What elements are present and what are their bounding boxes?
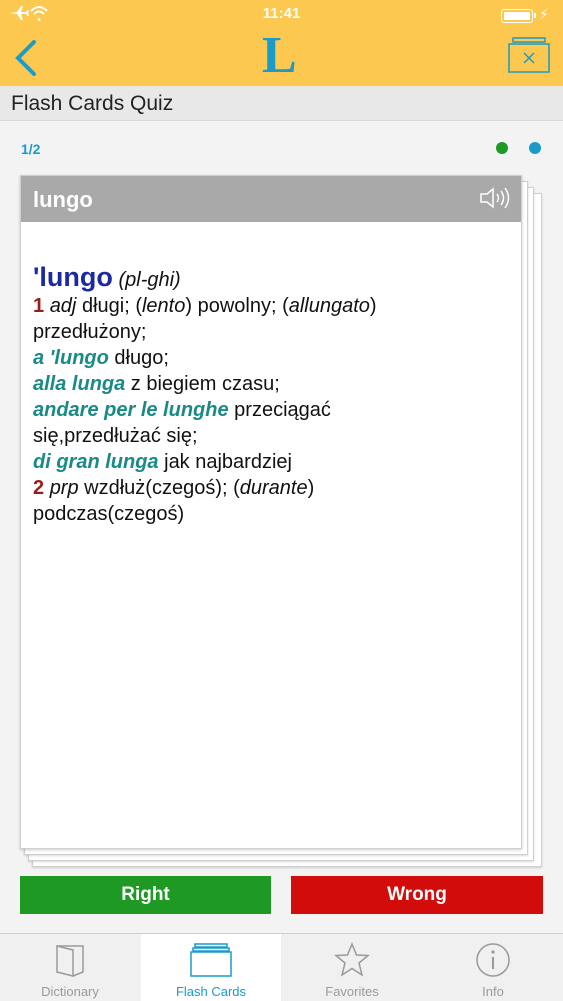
phrase-translation: jak najbardziej	[158, 451, 292, 473]
tab-dictionary[interactable]: Dictionary	[0, 934, 140, 1001]
sense-number: 1	[33, 295, 45, 317]
phrase-text: di gran lunga	[33, 451, 159, 473]
tab-label: Info	[482, 984, 504, 999]
translation-text: wzdłuż(czegoś); (	[78, 477, 240, 499]
phrase-2: alla lunga z biegiem czasu;	[33, 371, 503, 397]
card-counter: 1/2	[21, 141, 41, 157]
phrase-text: andare per le lunghe	[33, 399, 229, 421]
sense-number: 2	[33, 477, 45, 499]
sense-1: 1 adj długi; (lento) powolny; (allungato…	[33, 293, 503, 319]
entry-headline: 'lungo (pl-ghi)	[33, 264, 503, 293]
part-of-speech: adj	[49, 295, 77, 317]
translation-text: długi; (	[81, 295, 142, 317]
page-title: Flash Cards Quiz	[11, 92, 174, 115]
card-header: lungo	[21, 176, 521, 222]
phrase-translation: długo;	[108, 347, 169, 369]
translation-line: podczas(czegoś)	[33, 503, 185, 525]
entry-plural: (pl-ghi)	[118, 269, 181, 291]
app-logo: L	[262, 27, 297, 84]
battery-icon: ⚡	[501, 6, 551, 24]
phrase-translation: z biegiem czasu;	[125, 373, 280, 395]
tab-flash-cards[interactable]: Flash Cards	[141, 934, 281, 1001]
close-cards-button[interactable]	[508, 36, 550, 74]
tab-label: Dictionary	[41, 984, 99, 999]
tab-favorites[interactable]: Favorites	[282, 934, 422, 1001]
tab-label: Flash Cards	[175, 984, 247, 999]
star-icon	[334, 942, 370, 977]
status-time: 11:41	[262, 5, 301, 22]
top-bar: 11:41 ⚡ L	[0, 0, 563, 86]
translation-text: )	[307, 477, 315, 499]
speaker-icon	[480, 187, 510, 209]
entry-headword: 'lungo	[33, 262, 113, 292]
flash-cards-icon	[190, 943, 232, 977]
tab-label: Favorites	[325, 984, 379, 999]
usage-note: durante	[239, 477, 308, 499]
phrase-4: di gran lunga jak najbardziej	[33, 449, 503, 475]
speaker-button[interactable]	[479, 186, 513, 210]
progress-dot-green	[496, 142, 508, 154]
book-icon	[56, 945, 84, 977]
phrase-1: a 'lungo długo;	[33, 345, 503, 371]
translation-text: ) powolny; (	[185, 295, 289, 317]
page-header: Flash Cards Quiz	[0, 86, 563, 121]
sense-2: 2 prp wzdłuż(czegoś); (durante)	[33, 475, 503, 501]
info-icon	[476, 943, 510, 977]
right-button[interactable]: Right	[20, 876, 271, 914]
flash-card[interactable]: lungo 'lungo (pl-ghi) 1 adj długi; (lent…	[20, 175, 522, 849]
phrase-text: a 'lungo	[33, 347, 109, 369]
chevron-left-icon	[15, 40, 36, 76]
phrase-3: andare per le lunghe przeciągać	[33, 397, 503, 423]
back-button[interactable]	[10, 38, 44, 78]
translation-text: )	[369, 295, 377, 317]
translation-line: się,przedłużać się;	[33, 425, 198, 447]
progress-dot-blue	[529, 142, 541, 154]
wrong-button[interactable]: Wrong	[291, 876, 543, 914]
tab-bar: Dictionary Flash Cards Favorites Info	[0, 933, 563, 1001]
card-headword: lungo	[33, 187, 93, 212]
usage-note: allungato	[288, 295, 370, 317]
dictionary-entry: 'lungo (pl-ghi) 1 adj długi; (lento) pow…	[33, 264, 503, 527]
tab-info[interactable]: Info	[423, 934, 563, 1001]
phrase-translation: przeciągać	[228, 399, 331, 421]
usage-note: lento	[141, 295, 186, 317]
close-cards-icon	[508, 37, 550, 73]
part-of-speech: prp	[49, 477, 79, 499]
phrase-text: alla lunga	[33, 373, 126, 395]
translation-line: przedłużony;	[33, 321, 147, 343]
